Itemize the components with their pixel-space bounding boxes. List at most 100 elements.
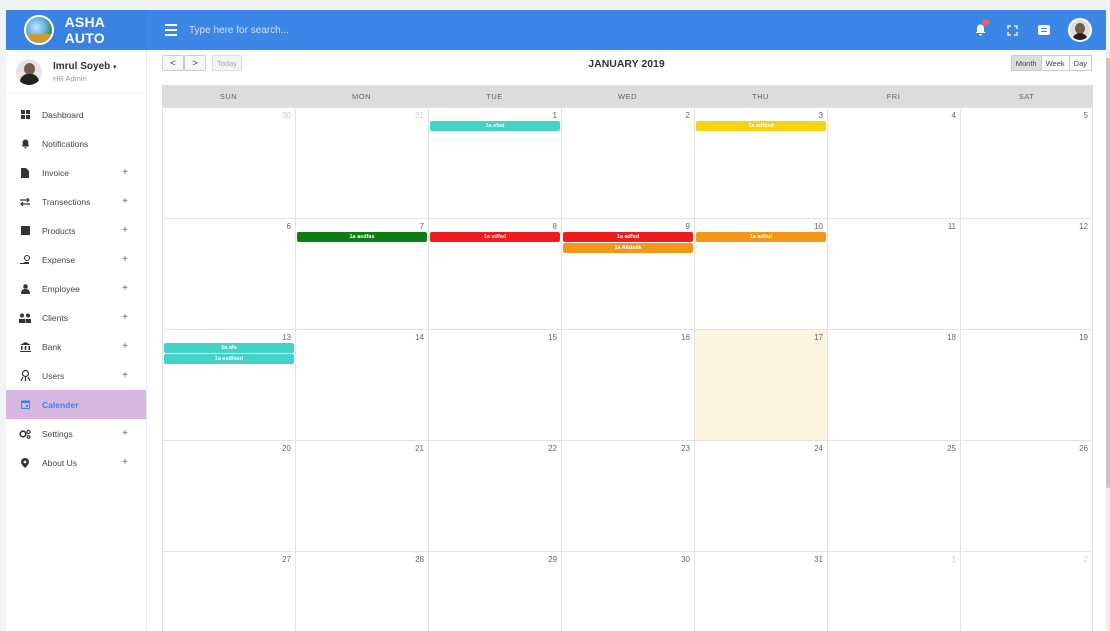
day-cell[interactable]: 12 bbox=[960, 219, 1093, 329]
scrollbar-thumb[interactable] bbox=[1106, 58, 1110, 488]
top-user-avatar[interactable] bbox=[1068, 18, 1092, 42]
sidebar-item-notifications[interactable]: Notifications bbox=[6, 129, 146, 158]
expand-icon[interactable]: + bbox=[122, 312, 128, 323]
day-cell[interactable]: 26 bbox=[960, 441, 1093, 551]
calendar-event[interactable]: 1a efsd bbox=[430, 121, 560, 131]
day-cell[interactable]: 7 1a asdfas bbox=[295, 219, 428, 329]
day-cell[interactable]: 3 1a adfasd bbox=[694, 108, 827, 218]
day-cell[interactable]: 9 1a adfsd 1a Akdsdk bbox=[561, 219, 694, 329]
day-number: 16 bbox=[681, 333, 690, 342]
expand-icon[interactable]: + bbox=[122, 428, 128, 439]
calendar-event[interactable]: 1a adfsd bbox=[696, 232, 826, 242]
day-cell[interactable]: 16 bbox=[561, 330, 694, 440]
menu-toggle-icon[interactable] bbox=[157, 10, 185, 50]
day-cell[interactable]: 30 bbox=[561, 552, 694, 631]
calendar-event[interactable]: 1a sdfad bbox=[430, 232, 560, 242]
expand-icon[interactable]: + bbox=[122, 196, 128, 207]
day-cell[interactable]: 29 bbox=[428, 552, 561, 631]
brand[interactable]: ASHA AUTO bbox=[6, 10, 147, 50]
day-number: 2 bbox=[1083, 555, 1088, 564]
today-cell[interactable]: 17 bbox=[694, 330, 827, 440]
calendar-event[interactable]: 1a asdfas bbox=[297, 232, 427, 242]
notification-bell-icon[interactable] bbox=[972, 19, 989, 38]
fullscreen-icon[interactable] bbox=[1004, 22, 1020, 38]
sidebar-item-calender[interactable]: Calender bbox=[6, 390, 146, 419]
day-view-button[interactable]: Day bbox=[1068, 55, 1092, 71]
user-role: HR Admin bbox=[53, 73, 87, 83]
day-cell[interactable]: 11 bbox=[827, 219, 960, 329]
month-view-button[interactable]: Month bbox=[1010, 55, 1042, 71]
week-row: 13 1a afs 1a asdfasd 14 15 16 17 18 19 bbox=[162, 329, 1093, 440]
expand-icon[interactable]: + bbox=[122, 167, 128, 178]
day-cell[interactable]: 31 bbox=[295, 108, 428, 218]
week-view-button[interactable]: Week bbox=[1040, 55, 1070, 71]
day-number: 5 bbox=[1083, 111, 1088, 120]
expand-icon[interactable]: + bbox=[122, 341, 128, 352]
day-cell[interactable]: 2 bbox=[960, 552, 1093, 631]
day-cell[interactable]: 28 bbox=[295, 552, 428, 631]
day-cell[interactable]: 21 bbox=[295, 441, 428, 551]
page-scrollbar[interactable] bbox=[1106, 50, 1110, 631]
day-cell[interactable]: 1 bbox=[827, 552, 960, 631]
day-cell[interactable]: 30 bbox=[162, 108, 295, 218]
calendar-event[interactable]: 1a adfsd bbox=[563, 232, 693, 242]
day-cell[interactable]: 6 bbox=[162, 219, 295, 329]
sidebar-item-expense[interactable]: Expense + bbox=[6, 245, 146, 274]
day-cell[interactable]: 24 bbox=[694, 441, 827, 551]
view-switcher: Month Week Day bbox=[1010, 55, 1092, 71]
user-name[interactable]: Imrul Soyeb ▾ bbox=[53, 61, 117, 72]
day-cell[interactable]: 15 bbox=[428, 330, 561, 440]
day-cell[interactable]: 19 bbox=[960, 330, 1093, 440]
expand-icon[interactable]: + bbox=[122, 225, 128, 236]
day-cell[interactable]: 13 1a afs 1a asdfasd bbox=[162, 330, 295, 440]
day-cell[interactable]: 23 bbox=[561, 441, 694, 551]
calendar-event[interactable]: 1a adfasd bbox=[696, 121, 826, 131]
day-number: 20 bbox=[282, 444, 291, 453]
day-cell[interactable]: 4 bbox=[827, 108, 960, 218]
day-number: 25 bbox=[947, 444, 956, 453]
user-profile[interactable]: Imrul Soyeb ▾ HR Admin bbox=[6, 50, 146, 94]
sidebar-item-about-us[interactable]: About Us + bbox=[6, 448, 146, 477]
calendar-event[interactable]: 1a asdfasd bbox=[164, 354, 294, 364]
day-cell[interactable]: 8 1a sdfad bbox=[428, 219, 561, 329]
day-cell[interactable]: 31 bbox=[694, 552, 827, 631]
sidebar-item-employee[interactable]: Employee + bbox=[6, 274, 146, 303]
day-number: 8 bbox=[552, 222, 557, 231]
expand-icon[interactable]: + bbox=[122, 370, 128, 381]
sidebar-item-label: Expense bbox=[42, 254, 76, 265]
day-cell[interactable]: 2 bbox=[561, 108, 694, 218]
exchange-icon bbox=[18, 197, 32, 206]
day-cell[interactable]: 14 bbox=[295, 330, 428, 440]
sidebar-item-clients[interactable]: Clients + bbox=[6, 303, 146, 332]
day-cell[interactable]: 25 bbox=[827, 441, 960, 551]
sidebar-item-label: Clients bbox=[42, 312, 68, 323]
expand-icon[interactable]: + bbox=[122, 283, 128, 294]
day-cell[interactable]: 5 bbox=[960, 108, 1093, 218]
sidebar-item-dashboard[interactable]: Dashboard bbox=[6, 100, 146, 129]
day-cell[interactable]: 22 bbox=[428, 441, 561, 551]
day-cell[interactable]: 20 bbox=[162, 441, 295, 551]
day-cell[interactable]: 27 bbox=[162, 552, 295, 631]
day-cell[interactable]: 10 1a adfsd bbox=[694, 219, 827, 329]
day-cell[interactable]: 18 bbox=[827, 330, 960, 440]
expand-icon[interactable]: + bbox=[122, 254, 128, 265]
chat-icon[interactable] bbox=[1036, 22, 1052, 38]
sidebar-item-label: Users bbox=[42, 370, 65, 381]
sidebar-item-invoice[interactable]: Invoice + bbox=[6, 158, 146, 187]
map-marker-icon bbox=[18, 457, 32, 468]
sidebar-item-products[interactable]: Products + bbox=[6, 216, 146, 245]
sidebar-item-users[interactable]: Users + bbox=[6, 361, 146, 390]
sidebar-item-bank[interactable]: Bank + bbox=[6, 332, 146, 361]
week-row: 20 21 22 23 24 25 26 bbox=[162, 440, 1093, 551]
sidebar-item-transections[interactable]: Transections + bbox=[6, 187, 146, 216]
expand-icon[interactable]: + bbox=[122, 457, 128, 468]
day-cell[interactable]: 1 1a efsd bbox=[428, 108, 561, 218]
search-input[interactable] bbox=[189, 24, 489, 36]
calendar-event[interactable]: 1a Akdsdk bbox=[563, 243, 693, 253]
calendar-event[interactable]: 1a afs bbox=[164, 343, 294, 353]
top-right-actions bbox=[972, 18, 1106, 42]
day-number: 18 bbox=[947, 333, 956, 342]
sidebar-item-settings[interactable]: Settings + bbox=[6, 419, 146, 448]
app-name: ASHA AUTO bbox=[64, 14, 105, 46]
sidebar-item-label: Calender bbox=[42, 399, 79, 410]
